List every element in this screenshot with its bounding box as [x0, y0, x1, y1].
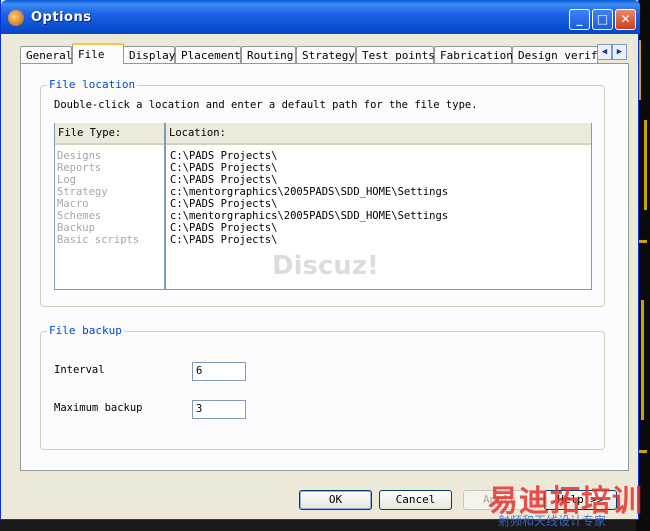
maximum-backup-label: Maximum backup [54, 402, 143, 414]
location-designs[interactable]: C:\PADS Projects\ [170, 150, 277, 162]
file-type-reports[interactable]: Reports [57, 162, 101, 174]
file-type-backup[interactable]: Backup [57, 222, 95, 234]
app-icon [8, 10, 24, 26]
file-backup-group: File backup [40, 324, 605, 450]
tab-routing[interactable]: Routing [241, 46, 296, 63]
tab-display[interactable]: Display [123, 46, 175, 63]
file-backup-legend: File backup [47, 324, 124, 337]
file-type-log[interactable]: Log [57, 174, 76, 186]
title-bar[interactable]: Options _ □ ✕ [1, 0, 640, 34]
tab-fabrication[interactable]: Fabrication [434, 46, 513, 63]
tab-scroll-right-icon[interactable]: ▶ [612, 44, 627, 60]
file-type-designs[interactable]: Designs [57, 150, 101, 162]
interval-label: Interval [54, 364, 105, 376]
maximize-button[interactable]: □ [592, 9, 613, 30]
tab-scroll: ◀ ▶ [597, 44, 627, 60]
tab-general[interactable]: General [20, 46, 72, 63]
file-type-strategy[interactable]: Strategy [57, 186, 108, 198]
file-type-macro[interactable]: Macro [57, 198, 89, 210]
window-title: Options [31, 10, 92, 25]
location-log[interactable]: C:\PADS Projects\ [170, 174, 277, 186]
location-macro[interactable]: C:\PADS Projects\ [170, 198, 277, 210]
options-dialog: Options _ □ ✕ General File Display Place… [0, 0, 640, 520]
file-location-hint: Double-click a location and enter a defa… [54, 99, 478, 111]
tab-design-verification[interactable]: Design verifi [512, 46, 598, 63]
tab-test-points[interactable]: Test points [356, 46, 435, 63]
column-header-location[interactable]: Location: [166, 123, 591, 145]
location-strategy[interactable]: c:\mentorgraphics\2005PADS\SDD_HOME\Sett… [170, 186, 448, 198]
tab-scroll-left-icon[interactable]: ◀ [597, 44, 612, 60]
tab-placement[interactable]: Placement [175, 46, 241, 63]
file-type-schemes[interactable]: Schemes [57, 210, 101, 222]
watermark: Discuz! [272, 251, 379, 281]
file-location-legend: File location [47, 78, 138, 91]
brand-subtitle: 射频和天线设计专家 [498, 514, 607, 528]
location-schemes[interactable]: c:\mentorgraphics\2005PADS\SDD_HOME\Sett… [170, 210, 448, 222]
tab-file[interactable]: File [72, 43, 124, 64]
ok-button[interactable]: OK [299, 490, 372, 510]
location-reports[interactable]: C:\PADS Projects\ [170, 162, 277, 174]
column-header-file-type[interactable]: File Type: [55, 123, 164, 145]
file-type-basic-scripts[interactable]: Basic scripts [57, 234, 139, 246]
tab-strategy[interactable]: Strategy [296, 46, 356, 63]
interval-input[interactable]: 6 [192, 362, 246, 381]
maximum-backup-input[interactable]: 3 [192, 400, 246, 419]
location-backup[interactable]: C:\PADS Projects\ [170, 222, 277, 234]
minimize-button[interactable]: _ [569, 9, 590, 30]
location-basic-scripts[interactable]: C:\PADS Projects\ [170, 234, 277, 246]
cancel-button[interactable]: Cancel [379, 490, 452, 510]
close-button[interactable]: ✕ [615, 9, 636, 30]
